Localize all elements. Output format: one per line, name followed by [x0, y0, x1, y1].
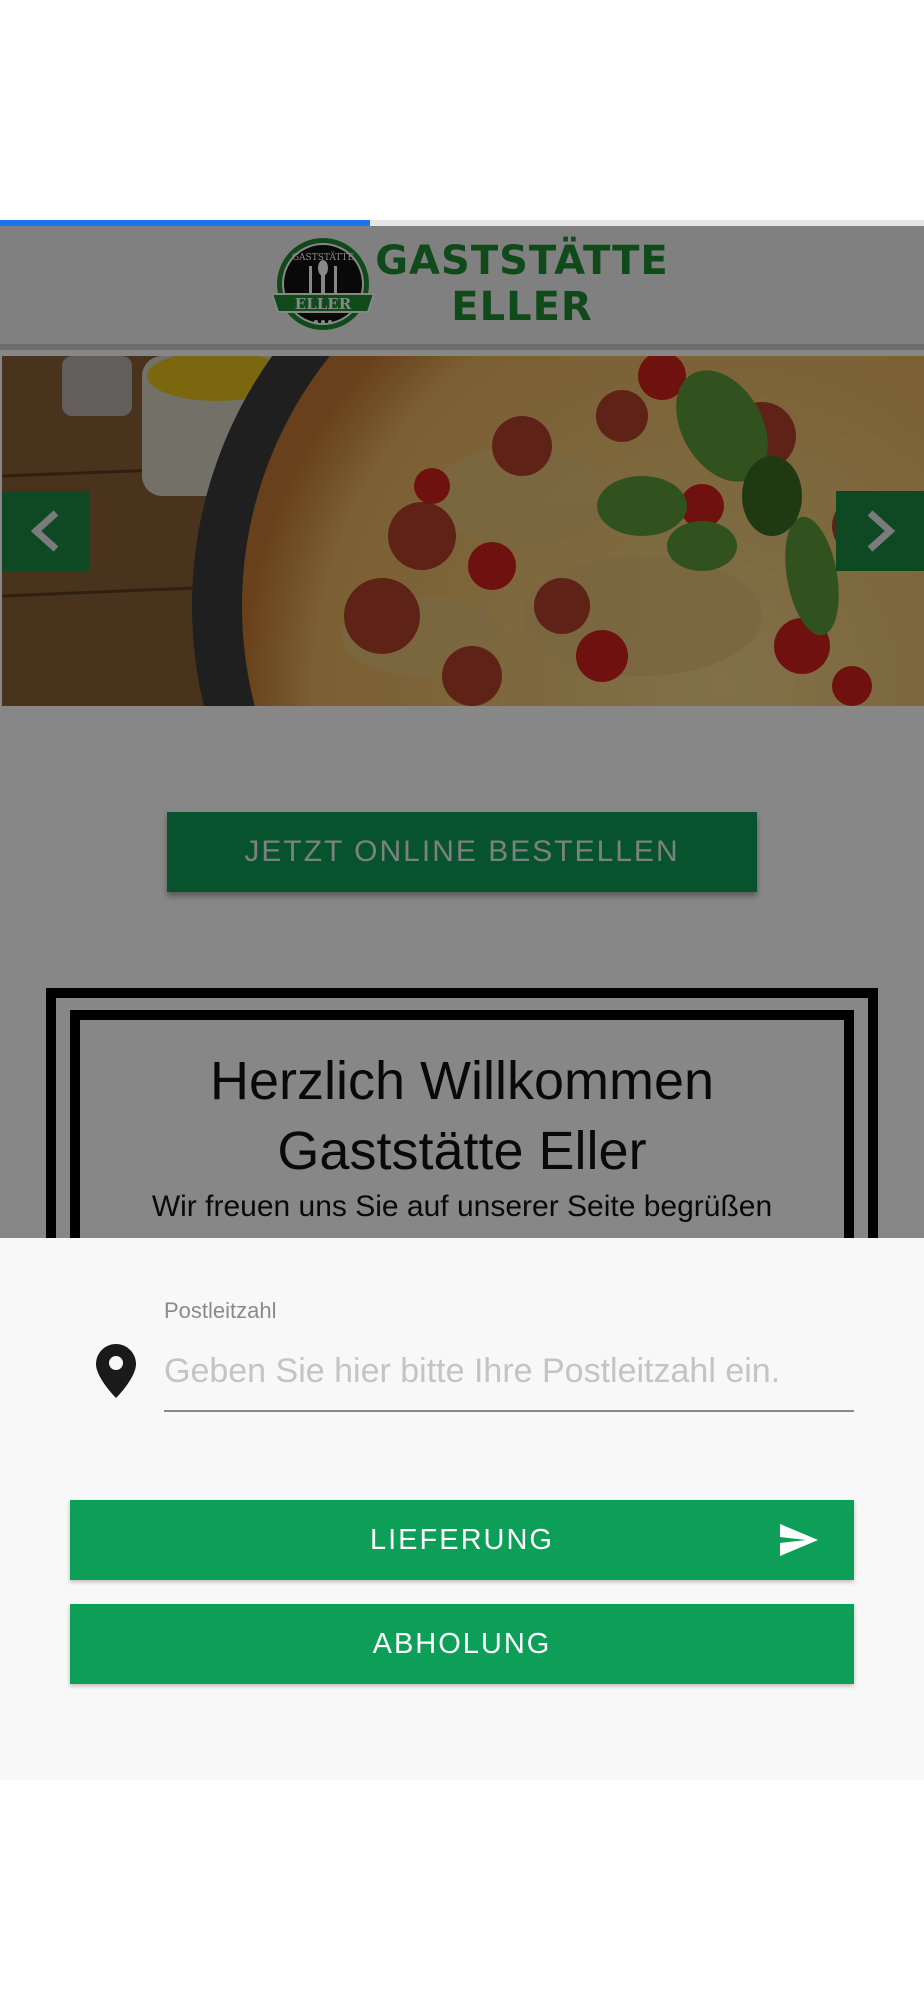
delivery-button[interactable]: LIEFERUNG: [70, 1500, 854, 1580]
pickup-button[interactable]: ABHOLUNG: [70, 1604, 854, 1684]
delivery-button-label: LIEFERUNG: [370, 1523, 554, 1556]
zip-code-input[interactable]: [164, 1332, 854, 1412]
bottom-area: [0, 1780, 924, 2000]
zip-field-label: Postleitzahl: [164, 1298, 277, 1323]
location-pin-icon: [96, 1344, 136, 1398]
pickup-button-label: ABHOLUNG: [372, 1627, 552, 1660]
status-area: [0, 0, 924, 220]
delivery-bottom-sheet: Postleitzahl LIEFERUNG ABHOLUNG: [0, 1238, 924, 1780]
send-icon: [780, 1524, 818, 1556]
